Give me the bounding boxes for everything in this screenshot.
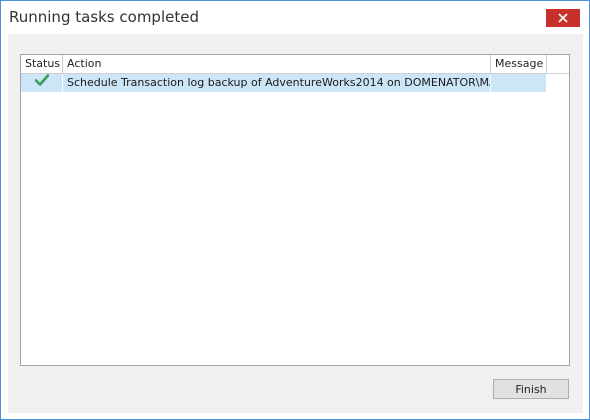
column-header-action[interactable]: Action	[63, 55, 491, 73]
finish-button[interactable]: Finish	[493, 379, 569, 399]
message-cell	[491, 74, 547, 92]
column-header-message[interactable]: Message	[491, 55, 547, 73]
column-header-status[interactable]: Status	[21, 55, 63, 73]
grid-header: Status Action Message	[21, 55, 569, 74]
dialog-window: Running tasks completed Status Action Me…	[0, 0, 590, 420]
action-cell: Schedule Transaction log backup of Adven…	[63, 74, 491, 92]
status-cell	[21, 74, 63, 92]
close-button[interactable]	[546, 9, 580, 27]
close-icon	[558, 13, 568, 23]
tasks-grid: Status Action Message Schedule Transacti…	[20, 54, 570, 366]
title-bar[interactable]: Running tasks completed	[1, 1, 589, 33]
dialog-content: Status Action Message Schedule Transacti…	[8, 34, 583, 413]
window-title: Running tasks completed	[9, 8, 199, 26]
checkmark-icon	[34, 74, 49, 92]
table-row[interactable]: Schedule Transaction log backup of Adven…	[21, 74, 547, 92]
